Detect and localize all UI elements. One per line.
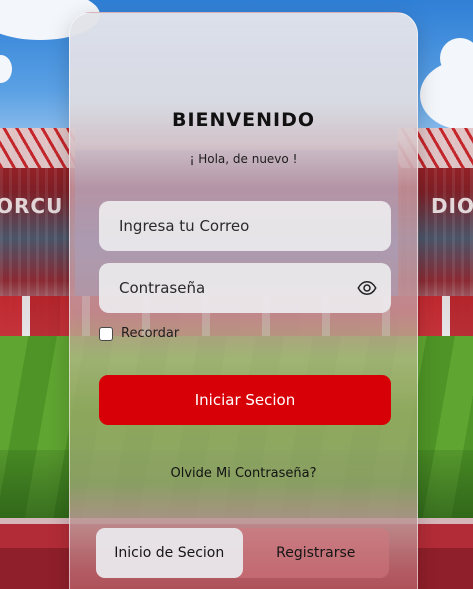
tab-register[interactable]: Registrarse xyxy=(243,528,390,578)
email-input[interactable] xyxy=(119,217,339,235)
remember-checkbox[interactable] xyxy=(99,326,113,341)
password-input[interactable] xyxy=(119,279,339,297)
welcome-subtitle: ¡ Hola, de nuevo ! xyxy=(189,152,298,166)
tab-login[interactable]: Inicio de Secion xyxy=(96,528,243,578)
stadium-banner-right: DIO xyxy=(430,194,473,218)
email-field[interactable] xyxy=(99,201,391,251)
remember-label: Recordar xyxy=(121,326,180,341)
stadium-roof-left xyxy=(0,128,75,168)
login-button[interactable]: Iniciar Secion xyxy=(99,375,391,425)
page-title: BIENVENIDO xyxy=(171,109,315,131)
stadium-banner-left: ORCU xyxy=(0,194,64,218)
cloud xyxy=(440,38,473,78)
forgot-password-link[interactable]: Olvide Mi Contraseña? xyxy=(70,466,417,481)
login-card: BIENVENIDO ¡ Hola, de nuevo ! Recordar I… xyxy=(69,12,418,589)
eye-icon[interactable] xyxy=(357,278,377,298)
auth-tabs: Inicio de Secion Registrarse xyxy=(96,528,389,578)
password-field[interactable] xyxy=(99,263,391,313)
remember-me[interactable]: Recordar xyxy=(99,326,179,341)
